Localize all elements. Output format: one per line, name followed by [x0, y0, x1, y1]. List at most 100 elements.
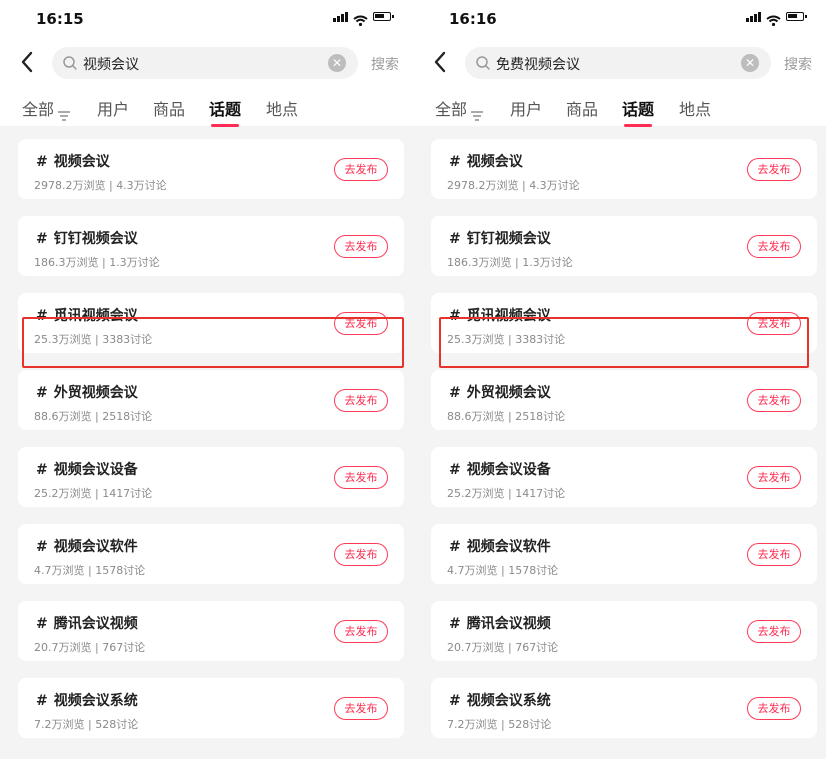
tab-4[interactable]: 地点 — [266, 96, 298, 120]
topic-card[interactable]: # 外贸视频会议 88.6万浏览 | 2518讨论 去发布 — [431, 370, 817, 430]
topic-card[interactable]: # 腾讯会议视频 20.7万浏览 | 767讨论 去发布 — [18, 601, 404, 661]
clear-icon[interactable]: ✕ — [328, 54, 346, 72]
signal-icon — [333, 11, 348, 22]
publish-button[interactable]: 去发布 — [334, 697, 388, 720]
topic-title: # 外贸视频会议 — [36, 382, 138, 402]
search-input[interactable]: 免费视频会议 ✕ — [465, 47, 771, 79]
hashtag-icon: # — [36, 385, 48, 401]
hashtag-icon: # — [449, 231, 461, 247]
hashtag-icon: # — [36, 154, 48, 170]
back-button[interactable] — [431, 50, 451, 74]
topic-card[interactable]: # 视频会议软件 4.7万浏览 | 1578讨论 去发布 — [431, 524, 817, 584]
battery-icon — [373, 12, 394, 21]
topic-title: # 钉钉视频会议 — [36, 228, 138, 248]
publish-button[interactable]: 去发布 — [747, 466, 801, 489]
hashtag-icon: # — [449, 385, 461, 401]
tab-4[interactable]: 地点 — [679, 96, 711, 120]
tab-1[interactable]: 用户 — [97, 96, 129, 120]
topic-card[interactable]: # 视频会议系统 7.2万浏览 | 528讨论 去发布 — [431, 678, 817, 738]
topic-card[interactable]: # 视频会议软件 4.7万浏览 | 1578讨论 去发布 — [18, 524, 404, 584]
topic-name: 视频会议 — [466, 154, 523, 170]
topic-card[interactable]: # 钉钉视频会议 186.3万浏览 | 1.3万讨论 去发布 — [18, 216, 404, 276]
publish-button[interactable]: 去发布 — [747, 389, 801, 412]
signal-icon — [746, 11, 761, 22]
hashtag-icon: # — [449, 154, 461, 170]
tab-0[interactable]: 全部 — [22, 96, 71, 121]
tab-label: 全部 — [22, 100, 55, 119]
tab-label: 地点 — [266, 100, 299, 119]
topic-card[interactable]: # 视频会议 2978.2万浏览 | 4.3万讨论 去发布 — [431, 139, 817, 199]
publish-button[interactable]: 去发布 — [334, 620, 388, 643]
topic-card[interactable]: # 腾讯会议视频 20.7万浏览 | 767讨论 去发布 — [431, 601, 817, 661]
topic-title: # 视频会议设备 — [36, 459, 138, 479]
wifi-glyph — [766, 15, 781, 27]
topic-stats: 2978.2万浏览 | 4.3万讨论 — [34, 179, 167, 192]
publish-button[interactable]: 去发布 — [334, 466, 388, 489]
topic-card[interactable]: # 视频会议 2978.2万浏览 | 4.3万讨论 去发布 — [18, 139, 404, 199]
publish-button[interactable]: 去发布 — [747, 620, 801, 643]
top-bar: 16:16 免费视频会议 ✕ 搜索 全部 用户 商品 话题 地点 — [413, 0, 826, 127]
publish-button[interactable]: 去发布 — [747, 543, 801, 566]
clear-icon[interactable]: ✕ — [741, 54, 759, 72]
topic-name: 视频会议系统 — [53, 693, 138, 709]
search-input[interactable]: 视频会议 ✕ — [52, 47, 358, 79]
back-button[interactable] — [18, 50, 38, 74]
topic-card[interactable]: # 视频会议设备 25.2万浏览 | 1417讨论 去发布 — [18, 447, 404, 507]
top-bar: 16:15 视频会议 ✕ 搜索 全部 用户 商品 话题 地点 — [0, 0, 413, 127]
search-button[interactable]: 搜索 — [371, 54, 399, 74]
topic-name: 视频会议系统 — [466, 693, 551, 709]
wifi-glyph — [353, 15, 368, 27]
status-icons — [333, 11, 394, 27]
hashtag-icon: # — [36, 462, 48, 478]
tab-active-indicator — [624, 124, 653, 127]
highlight-box — [22, 317, 404, 368]
search-button[interactable]: 搜索 — [784, 54, 812, 74]
publish-button[interactable]: 去发布 — [747, 235, 801, 258]
filter-glyph — [58, 110, 71, 121]
topic-stats: 88.6万浏览 | 2518讨论 — [34, 410, 153, 423]
tab-2[interactable]: 商品 — [153, 96, 185, 120]
highlight-box — [439, 317, 809, 368]
phone-screen-left: 16:15 视频会议 ✕ 搜索 全部 用户 商品 话题 地点 # 视频会议 2978.2万浏览 | 4… — [0, 0, 413, 759]
topic-title: # 视频会议软件 — [449, 536, 551, 556]
hashtag-icon: # — [36, 693, 48, 709]
topic-title: # 视频会议系统 — [449, 690, 551, 710]
topic-card[interactable]: # 钉钉视频会议 186.3万浏览 | 1.3万讨论 去发布 — [431, 216, 817, 276]
hashtag-icon: # — [36, 539, 48, 555]
topic-title: # 视频会议软件 — [36, 536, 138, 556]
chevron-left-icon — [434, 51, 446, 73]
search-query-text: 免费视频会议 — [496, 57, 580, 73]
topic-card[interactable]: # 视频会议系统 7.2万浏览 | 528讨论 去发布 — [18, 678, 404, 738]
topic-name: 腾讯会议视频 — [53, 616, 138, 632]
topic-title: # 外贸视频会议 — [449, 382, 551, 402]
tab-1[interactable]: 用户 — [510, 96, 542, 120]
topic-name: 腾讯会议视频 — [466, 616, 551, 632]
topic-name: 外贸视频会议 — [53, 385, 138, 401]
tab-3[interactable]: 话题 — [622, 96, 654, 127]
search-glyph-svg — [476, 56, 490, 70]
hashtag-icon: # — [449, 693, 461, 709]
publish-button[interactable]: 去发布 — [334, 543, 388, 566]
phone-screen-right: 16:16 免费视频会议 ✕ 搜索 全部 用户 商品 话题 地点 # 视频会议 2978.2万浏览 |… — [413, 0, 826, 759]
category-tabs: 全部 用户 商品 话题 地点 — [0, 92, 413, 127]
publish-button[interactable]: 去发布 — [334, 235, 388, 258]
topic-stats: 25.2万浏览 | 1417讨论 — [34, 487, 153, 500]
topic-card[interactable]: # 外贸视频会议 88.6万浏览 | 2518讨论 去发布 — [18, 370, 404, 430]
publish-button[interactable]: 去发布 — [747, 697, 801, 720]
category-tabs: 全部 用户 商品 话题 地点 — [413, 92, 826, 127]
topic-name: 外贸视频会议 — [466, 385, 551, 401]
topic-name: 钉钉视频会议 — [466, 231, 551, 247]
tab-3[interactable]: 话题 — [209, 96, 241, 127]
topic-stats: 7.2万浏览 | 528讨论 — [447, 718, 552, 731]
topic-card[interactable]: # 视频会议设备 25.2万浏览 | 1417讨论 去发布 — [431, 447, 817, 507]
publish-button[interactable]: 去发布 — [747, 158, 801, 181]
topic-title: # 钉钉视频会议 — [449, 228, 551, 248]
topic-stats: 186.3万浏览 | 1.3万讨论 — [447, 256, 573, 269]
publish-button[interactable]: 去发布 — [334, 389, 388, 412]
tab-label: 用户 — [510, 100, 543, 119]
tab-0[interactable]: 全部 — [435, 96, 484, 121]
topic-name: 视频会议软件 — [53, 539, 138, 555]
publish-button[interactable]: 去发布 — [334, 158, 388, 181]
topic-title: # 视频会议 — [449, 151, 523, 171]
tab-2[interactable]: 商品 — [566, 96, 598, 120]
